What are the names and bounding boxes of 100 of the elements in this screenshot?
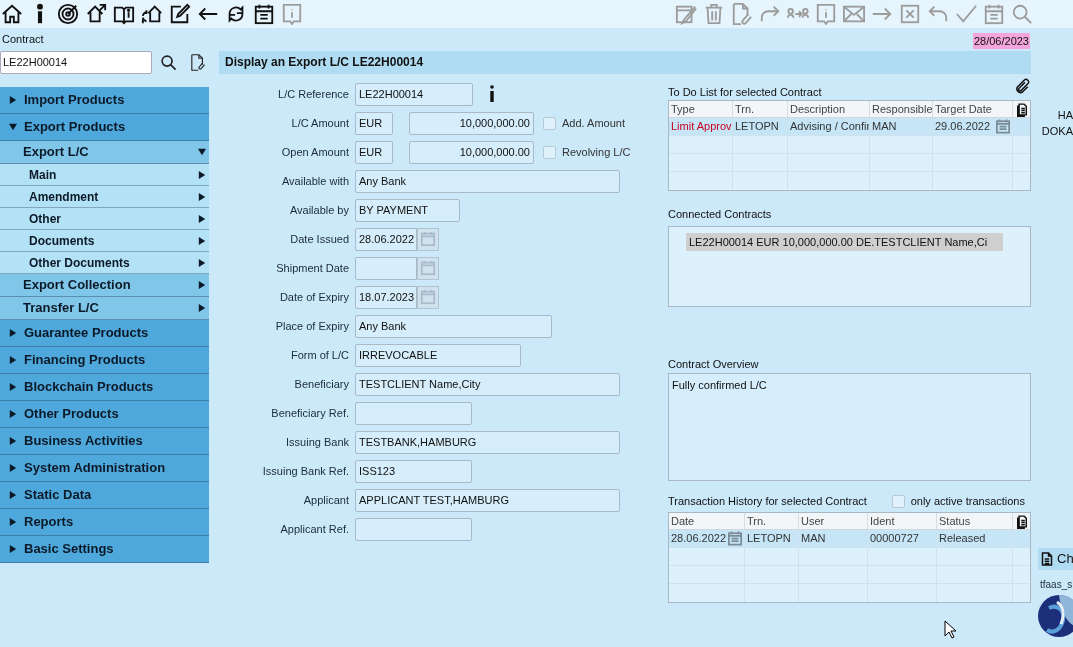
checkbox[interactable]: [543, 145, 556, 159]
text-area: Fully confirmed L/C: [668, 373, 1031, 481]
menu-item[interactable]: Amendment: [0, 186, 209, 208]
house-arrow-icon[interactable]: [85, 3, 107, 25]
menu-item[interactable]: Transfer L/C: [0, 297, 209, 320]
field-label: Applicant Ref.: [279, 521, 349, 537]
target-icon[interactable]: [57, 3, 79, 25]
table-cell-text: MAN: [872, 119, 897, 135]
table-cell-text: Released: [939, 531, 986, 547]
currency-field[interactable]: EUR: [355, 111, 393, 135]
calendar-icon: [420, 289, 436, 305]
menu-item[interactable]: Reports: [0, 509, 209, 536]
contract-field[interactable]: LE22H00014: [0, 50, 152, 74]
menu-item[interactable]: Export Products: [0, 114, 209, 141]
calendar-icon[interactable]: [253, 3, 275, 25]
checkbox-label: Revolving L/C: [562, 144, 631, 160]
column-header[interactable]: Description: [788, 101, 870, 117]
menu-item[interactable]: Financing Products: [0, 347, 209, 374]
calendar-button[interactable]: [417, 256, 439, 280]
text-field[interactable]: LE22H00014: [355, 82, 473, 106]
table-cell-text: 28.06.2022: [671, 531, 727, 547]
text-field[interactable]: IRREVOCABLE: [355, 343, 521, 367]
search-icon[interactable]: [160, 53, 177, 71]
date-field[interactable]: 18.07.2023: [355, 285, 417, 309]
field-label: Available by: [288, 202, 349, 218]
home-icon[interactable]: [1, 3, 23, 25]
text-field[interactable]: TESTBANK,HAMBURG: [355, 430, 620, 454]
text-field[interactable]: BY PAYMENT: [355, 198, 460, 222]
date-field[interactable]: 28.06.2022: [355, 227, 417, 251]
copy-document-icon[interactable]: [1014, 101, 1029, 117]
paperclip-icon[interactable]: [1014, 77, 1030, 95]
text-field[interactable]: Any Bank: [355, 169, 620, 193]
menu-item[interactable]: Main: [0, 164, 209, 186]
column-header[interactable]: Trn.: [745, 513, 799, 529]
logo-icon: [1037, 594, 1073, 638]
calendar-icon: [420, 231, 436, 247]
house-refresh-icon[interactable]: [141, 3, 163, 25]
edit-icon[interactable]: [169, 3, 191, 25]
amount-field[interactable]: 10,000,000.00: [409, 111, 534, 135]
column-header[interactable]: Status: [937, 513, 1013, 529]
info-icon[interactable]: [488, 85, 496, 103]
amount-field[interactable]: 10,000,000.00: [409, 140, 534, 164]
side-button[interactable]: Ch: [1038, 548, 1073, 570]
table-row[interactable]: 28.06.2022 LETOPN MAN 00000727 Released: [669, 530, 1030, 548]
section-title: Connected Contracts: [668, 207, 773, 222]
menu-item[interactable]: Other Documents: [0, 252, 209, 274]
text-field[interactable]: [355, 517, 472, 541]
menu-item[interactable]: Documents: [0, 230, 209, 252]
column-header[interactable]: Target Date: [933, 101, 1013, 117]
mouse-cursor-icon: [944, 620, 957, 639]
menu-item[interactable]: Export Collection: [0, 274, 209, 297]
text-field[interactable]: TESTCLIENT Name,City: [355, 372, 620, 396]
calendar-button[interactable]: [417, 285, 439, 309]
field-label: Date of Expiry: [278, 289, 349, 305]
menu-item[interactable]: Other Products: [0, 401, 209, 428]
document-attachment-icon[interactable]: [190, 53, 205, 71]
text-field[interactable]: APPLICANT TEST,HAMBURG: [355, 488, 620, 512]
menu-item[interactable]: Blockchain Products: [0, 374, 209, 401]
field-label: Beneficiary: [293, 376, 349, 392]
text-field[interactable]: ISS123: [355, 459, 472, 483]
section-title: Contract Overview: [668, 356, 760, 372]
menu-item[interactable]: System Administration: [0, 455, 209, 482]
checkbox-label: Add. Amount: [562, 115, 625, 131]
menu-item[interactable]: Business Activities: [0, 428, 209, 455]
menu-item[interactable]: Export L/C: [0, 141, 209, 164]
checkbox[interactable]: [543, 116, 556, 130]
column-header[interactable]: Trn.: [733, 101, 788, 117]
table-cell-text: 00000727: [870, 531, 919, 547]
table-row[interactable]: Limit Approv LETOPN Advising / Confir MAN 29.06.2022: [669, 118, 1030, 136]
table-cell-text: LETOPN: [747, 531, 791, 547]
field-label: Available with: [280, 173, 349, 189]
column-header[interactable]: Ident: [868, 513, 937, 529]
user-name: tfaas_s: [1040, 578, 1073, 592]
calendar-button[interactable]: [417, 227, 439, 251]
currency-field[interactable]: EUR: [355, 140, 393, 164]
menu-item[interactable]: Basic Settings: [0, 536, 209, 563]
copy-document-icon[interactable]: [1014, 513, 1029, 529]
contract-label: Contract: [1, 31, 44, 47]
field-label: Issuing Bank: [285, 434, 349, 450]
menu-item[interactable]: Other: [0, 208, 209, 230]
checkbox[interactable]: [891, 494, 905, 508]
side-text: DOKA: [1041, 124, 1073, 139]
field-label: Place of Expiry: [274, 318, 349, 334]
text-field[interactable]: Any Bank: [355, 314, 552, 338]
table-cell-text: MAN: [801, 531, 826, 547]
menu-item[interactable]: Import Products: [0, 87, 209, 114]
menu-item[interactable]: Guarantee Products: [0, 320, 209, 347]
column-header[interactable]: Responsible: [870, 101, 933, 117]
side-text: HA: [1057, 108, 1073, 123]
column-header[interactable]: Type: [669, 101, 733, 117]
table-cell-text: 29.06.2022: [935, 119, 991, 135]
date-field[interactable]: [355, 256, 417, 280]
column-header[interactable]: Date: [669, 513, 745, 529]
field-label: L/C Reference: [277, 86, 349, 102]
field-label: Form of L/C: [289, 347, 349, 363]
menu-item[interactable]: Static Data: [0, 482, 209, 509]
column-header[interactable]: User: [799, 513, 868, 529]
list-item[interactable]: LE22H00014 EUR 10,000,000.00 DE.TESTCLIENT Name,Ci: [686, 232, 1003, 251]
calendar-icon: [420, 260, 436, 276]
text-field[interactable]: [355, 401, 472, 425]
